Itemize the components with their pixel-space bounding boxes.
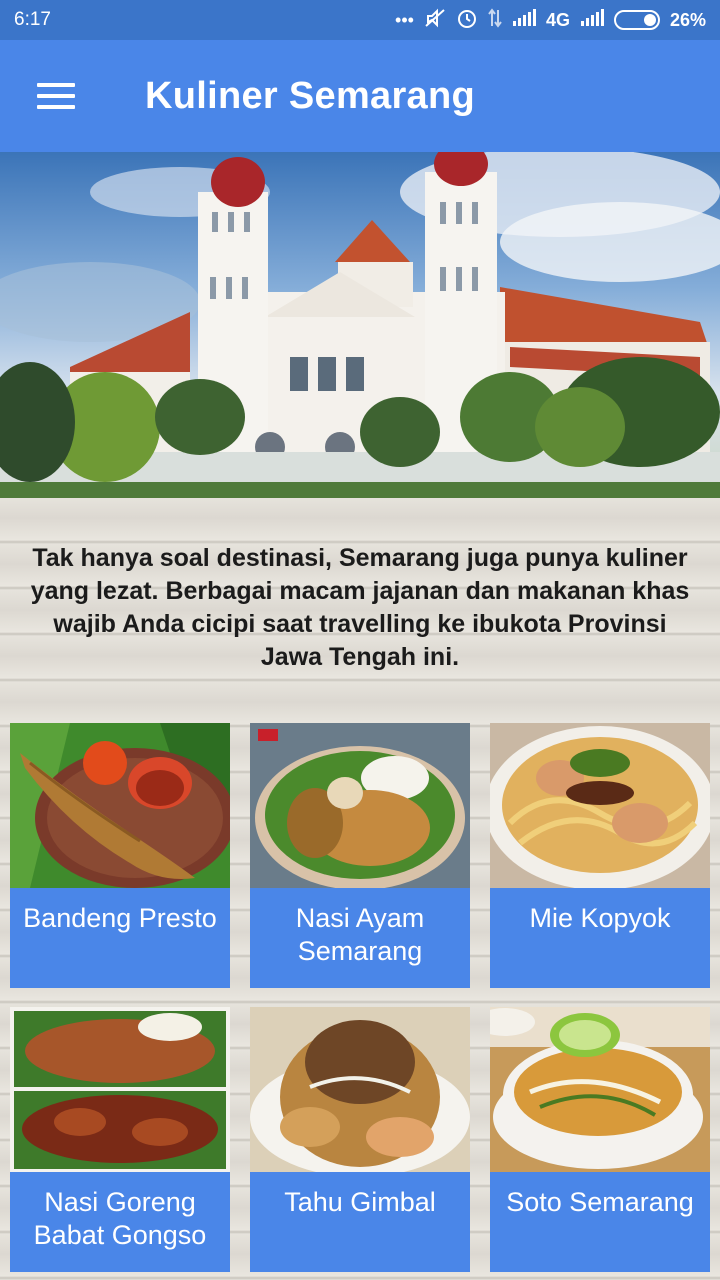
menu-button[interactable]: [0, 40, 112, 152]
menu-card-soto-semarang[interactable]: Soto Semarang: [490, 1007, 710, 1272]
food-image: [250, 723, 470, 888]
menu-card-tahu-gimbal[interactable]: Tahu Gimbal: [250, 1007, 470, 1272]
mute-icon: [424, 8, 446, 33]
menu-card-label: Nasi Ayam Semarang: [250, 888, 470, 988]
food-image: [10, 1007, 230, 1172]
menu-card-label: Tahu Gimbal: [250, 1172, 470, 1272]
app-title: Kuliner Semarang: [145, 74, 476, 117]
alarm-icon: [456, 7, 478, 34]
hamburger-icon: [37, 83, 75, 109]
menu-card-nasi-ayam-semarang[interactable]: Nasi Ayam Semarang: [250, 723, 470, 988]
battery-percent: 26%: [669, 9, 706, 30]
signal-icon: [512, 8, 536, 32]
battery-icon: [613, 10, 660, 30]
menu-card-bandeng-presto[interactable]: Bandeng Presto: [10, 723, 230, 988]
menu-card-label: Soto Semarang: [490, 1172, 710, 1272]
status-bar: 6:17 ••• 4G 26%: [0, 0, 720, 40]
signal-icon: [580, 8, 604, 32]
menu-card-label: Nasi Goreng Babat Gongso: [10, 1172, 230, 1272]
status-time: 6:17: [14, 9, 51, 30]
hero-image: [0, 152, 720, 498]
food-image: [490, 1007, 710, 1172]
food-image: [10, 723, 230, 888]
data-arrows-icon: [488, 7, 502, 33]
network-type: 4G: [545, 9, 570, 30]
more-dots-icon: •••: [395, 9, 414, 30]
food-image: [250, 1007, 470, 1172]
app-bar: Kuliner Semarang: [0, 40, 720, 152]
menu-card-label: Bandeng Presto: [10, 888, 230, 988]
food-image: [490, 723, 710, 888]
menu-card-nasi-goreng-babat-gongso[interactable]: Nasi Goreng Babat Gongso: [10, 1007, 230, 1272]
intro-text: Tak hanya soal destinasi, Semarang juga …: [30, 544, 690, 671]
menu-card-label: Mie Kopyok: [490, 888, 710, 988]
menu-card-mie-kopyok[interactable]: Mie Kopyok: [490, 723, 710, 988]
status-icons: ••• 4G 26%: [395, 7, 706, 34]
